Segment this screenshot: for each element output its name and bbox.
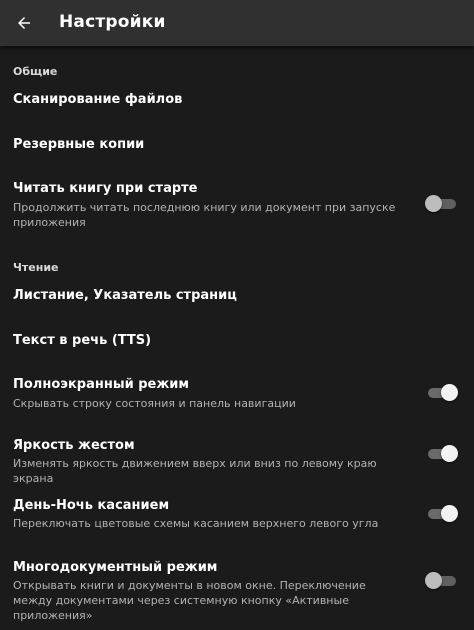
setting-title: Многодокументный режим (13, 560, 218, 575)
setting-summary: Изменять яркость движением вверх или вни… (13, 457, 377, 485)
brightness-gesture-switch[interactable] (425, 444, 459, 464)
app-bar: Настройки (0, 0, 474, 46)
setting-read-on-start[interactable]: Читать книгу при старте Продолжить читат… (0, 174, 474, 234)
switch-thumb (425, 572, 442, 589)
setting-title: Яркость жестом (13, 438, 135, 453)
setting-title: Полноэкранный режим (13, 377, 190, 392)
read-on-start-switch[interactable] (425, 194, 459, 214)
setting-title: Текст в речь (TTS) (13, 333, 152, 348)
day-night-tap-switch[interactable] (425, 504, 459, 524)
switch-thumb (441, 445, 458, 462)
setting-summary: Продолжить читать последнюю книгу или до… (13, 201, 396, 229)
setting-fullscreen[interactable]: Полноэкранный режим Скрывать строку сост… (0, 370, 474, 418)
switch-thumb (441, 384, 458, 401)
setting-day-night-tap[interactable]: День-Ночь касанием Переключать цветовые … (0, 492, 474, 540)
setting-summary: Переключать цветовые схемы касанием верх… (13, 517, 379, 530)
switch-thumb (441, 505, 458, 522)
section-header-reading: Чтение (13, 261, 59, 274)
back-button[interactable] (6, 5, 42, 41)
fullscreen-switch[interactable] (425, 383, 459, 403)
multi-document-switch[interactable] (425, 571, 459, 591)
setting-summary: Скрывать строку состояния и панель навиг… (13, 397, 296, 410)
setting-title: Сканирование файлов (13, 92, 183, 107)
setting-title: Резервные копии (13, 137, 145, 152)
setting-title: День-Ночь касанием (13, 498, 170, 513)
setting-scan-files[interactable]: Сканирование файлов (0, 84, 474, 118)
arrow-back-icon (18, 17, 30, 29)
setting-summary: Открывать книги и документы в новом окне… (13, 579, 366, 622)
setting-tts[interactable]: Текст в речь (TTS) (0, 326, 474, 360)
page-title: Настройки (59, 12, 166, 32)
setting-paging[interactable]: Листание, Указатель страниц (0, 280, 474, 314)
setting-brightness-gesture[interactable]: Яркость жестом Изменять яркость движение… (0, 432, 474, 485)
setting-multi-document[interactable]: Многодокументный режим Открывать книги и… (0, 554, 474, 622)
switch-thumb (425, 195, 442, 212)
section-header-general: Общие (13, 65, 58, 78)
setting-title: Листание, Указатель страниц (13, 288, 237, 303)
setting-backups[interactable]: Резервные копии (0, 130, 474, 164)
setting-title: Читать книгу при старте (13, 181, 198, 196)
settings-list: Общие Сканирование файлов Резервные копи… (0, 46, 474, 630)
